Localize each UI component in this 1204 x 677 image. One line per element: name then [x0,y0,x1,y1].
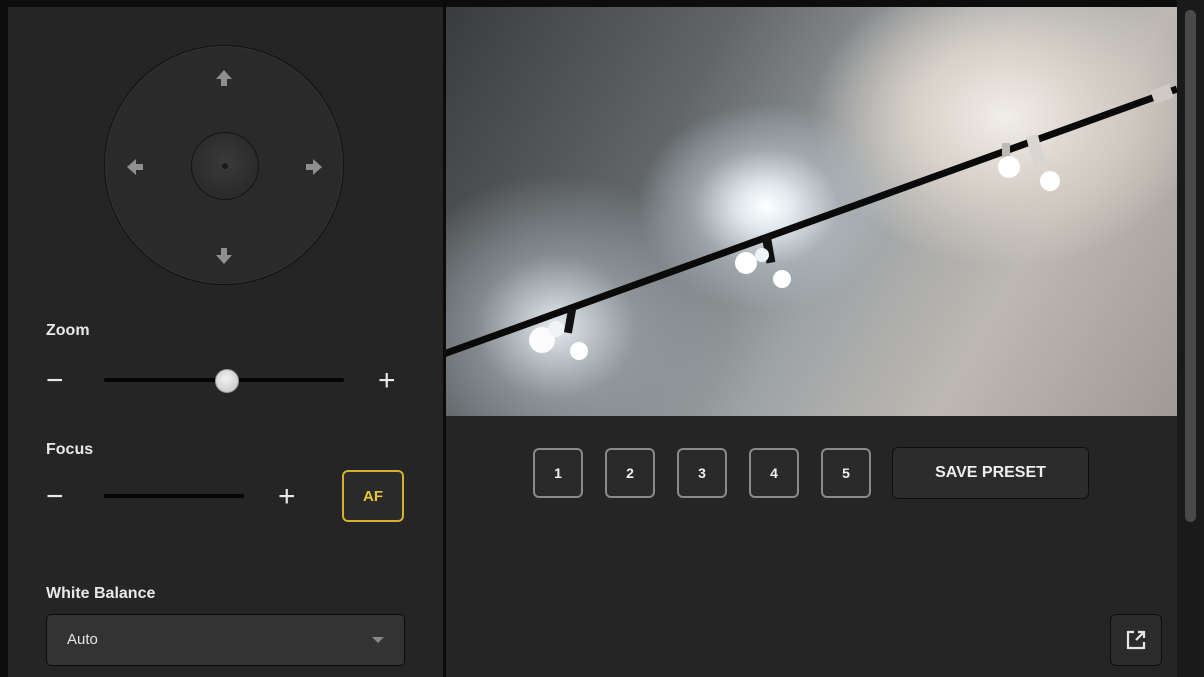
zoom-label: Zoom [46,322,90,339]
white-balance-select[interactable]: Auto [46,614,405,666]
ptz-center-button[interactable] [191,132,259,200]
zoom-plus-button[interactable]: + [378,366,396,396]
save-preset-button[interactable]: SAVE PRESET [892,447,1089,499]
arrow-up-icon[interactable] [214,68,234,88]
window-left-edge [0,0,8,677]
ptz-center-dot [222,163,228,169]
focus-slider-track[interactable] [104,494,244,498]
light-string-image [446,84,1177,360]
chevron-down-icon [372,637,384,643]
white-balance-label: White Balance [46,585,156,602]
external-link-icon [1126,630,1146,650]
white-balance-value: Auto [67,631,98,648]
scrollbar-thumb[interactable] [1185,10,1196,522]
focus-minus-button[interactable]: − [46,482,64,512]
popout-button[interactable] [1110,614,1162,666]
window-top-edge [0,0,1204,7]
focus-plus-button[interactable]: + [278,482,296,512]
focus-label: Focus [46,441,94,458]
zoom-minus-button[interactable]: − [46,366,64,396]
preset-2-button[interactable]: 2 [605,448,655,498]
preset-3-button[interactable]: 3 [677,448,727,498]
arrow-right-icon[interactable] [304,157,324,177]
preset-5-button[interactable]: 5 [821,448,871,498]
arrow-left-icon[interactable] [125,157,145,177]
autofocus-button[interactable]: AF [342,470,404,522]
camera-preview [446,7,1177,416]
arrow-down-icon[interactable] [214,246,234,266]
preset-4-button[interactable]: 4 [749,448,799,498]
preset-1-button[interactable]: 1 [533,448,583,498]
